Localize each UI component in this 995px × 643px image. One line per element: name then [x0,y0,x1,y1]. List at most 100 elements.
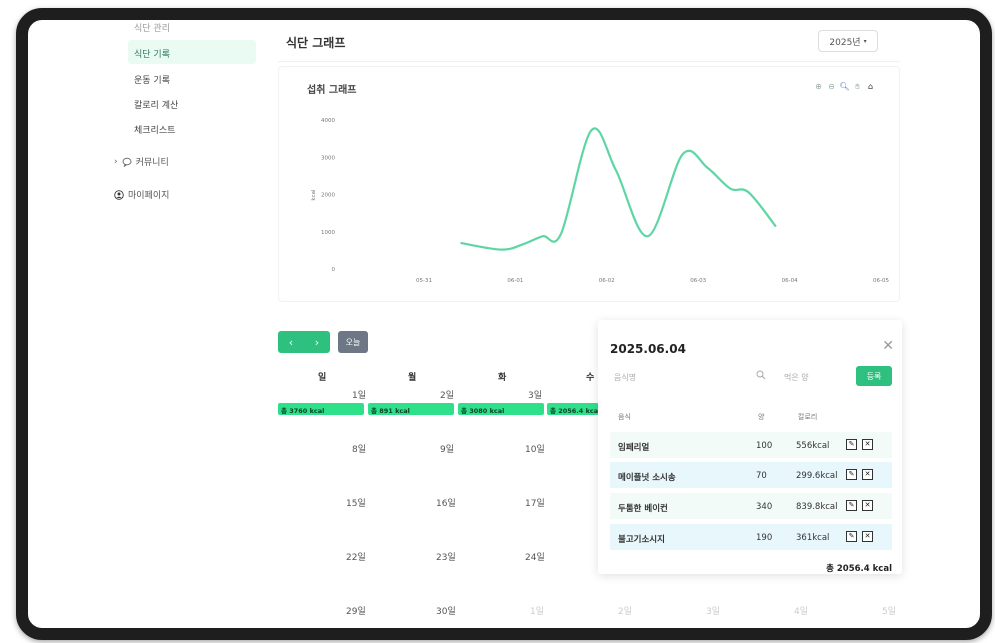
food-kcal: 299.6kcal [796,471,838,481]
register-button[interactable]: 등록 [856,366,892,386]
food-name: 메이플넛 소시송 [618,473,676,483]
calendar-day[interactable]: 29일 [346,604,366,617]
food-amount: 190 [756,533,773,543]
delete-icon[interactable]: ✕ [862,469,873,480]
delete-icon[interactable]: ✕ [862,439,873,450]
calendar-day[interactable]: 30일 [436,604,456,617]
sidebar-item-diet-management[interactable]: 식단 관리 [128,20,256,38]
delete-icon[interactable]: ✕ [862,531,873,542]
edit-icon[interactable]: ✎ [846,439,857,450]
sidebar-item-community[interactable]: › 커뮤니티 [114,155,169,169]
food-name-input[interactable]: 음식명 [608,368,778,386]
caret-down-icon: ▾ [863,37,867,45]
calendar-day[interactable]: 23일 [436,550,456,563]
daily-kcal-badge[interactable]: 총 2056.4 kcal [547,403,599,415]
next-month-button[interactable]: › [304,331,330,353]
calendar-day[interactable]: 4일 [794,604,808,617]
close-icon[interactable]: ✕ [882,338,894,354]
x-tick-label: 06-04 [782,278,798,284]
y-tick-label: 3000 [321,155,335,161]
sidebar-item-diet-record[interactable]: 식단 기록 [128,40,256,64]
amount-input[interactable]: 먹은 양 [784,368,844,386]
y-tick-label: 0 [332,267,336,273]
calendar-day[interactable]: 2일 [618,604,632,617]
x-tick-label: 06-02 [599,278,615,284]
x-tick-label: 05-31 [416,278,432,284]
calendar-day[interactable]: 22일 [346,550,366,563]
sidebar-item-checklist[interactable]: 체크리스트 [128,116,256,140]
search-icon[interactable] [756,370,766,383]
y-tick-label: 1000 [321,230,335,236]
calendar-day[interactable]: 3일 [528,388,542,401]
x-tick-label: 06-01 [507,278,523,284]
food-name: 임페리얼 [618,443,650,453]
x-tick-label: 06-05 [873,278,889,284]
daily-kcal-badge[interactable]: 총 3080 kcal [458,403,544,415]
sidebar-item-calorie-calc[interactable]: 칼로리 계산 [128,91,256,115]
food-kcal: 556kcal [796,441,830,451]
intake-chart-panel: 섭취 그래프 ⊕ ⊖ 🔍︎ ✋︎ ⌂ 0 1000 2000 3000 4000 kcal… [278,66,900,302]
chevron-right-icon: › [114,156,118,167]
weekday-sun: 일 [318,373,327,383]
sidebar-item-mypage[interactable]: 마이페이지 [114,188,169,201]
sidebar-item-label: 마이페이지 [128,191,170,201]
edit-icon[interactable]: ✎ [846,469,857,480]
food-amount: 70 [756,471,767,481]
calendar-day[interactable]: 9일 [440,442,454,455]
year-select-value: 2025년 [829,37,861,48]
y-axis-label: kcal [311,189,317,201]
sidebar-item-exercise-record[interactable]: 운동 기록 [128,66,256,90]
food-name: 불고기소시지 [618,535,665,545]
calendar-day[interactable]: 24일 [525,550,545,563]
table-row: 임페리얼 100 556kcal ✎ ✕ [610,432,892,458]
page-header: 식단 그래프 2025년 ▾ [278,20,900,62]
prev-month-button[interactable]: ‹ [278,331,304,353]
calendar-day[interactable]: 1일 [352,388,366,401]
calendar-day[interactable]: 1일 [530,604,544,617]
total-kcal: 총 2056.4 kcal [826,564,892,574]
col-header-food: 음식 [618,413,631,421]
year-select[interactable]: 2025년 ▾ [818,30,878,52]
day-detail-modal: 2025.06.04 ✕ 음식명 먹은 양 등록 음식 양 칼로리 임페리얼 1… [598,320,902,574]
table-row: 불고기소시지 190 361kcal ✎ ✕ [610,524,892,550]
modal-date-title: 2025.06.04 [610,342,686,356]
calendar-day[interactable]: 16일 [436,496,456,509]
chevron-right-icon: › [314,335,320,349]
calendar-day[interactable]: 5일 [882,604,896,617]
y-tick-label: 4000 [321,118,335,124]
calendar-nav: ‹ › 오늘 [278,331,368,353]
calendar-day[interactable]: 10일 [525,442,545,455]
chat-bubble-icon [122,157,132,167]
edit-icon[interactable]: ✎ [846,500,857,511]
food-kcal: 839.8kcal [796,502,838,512]
device-frame: 식단 관리 식단 기록 운동 기록 칼로리 계산 체크리스트 › 커뮤니티 마이… [16,8,992,640]
user-circle-icon [114,189,124,200]
food-name: 두툼한 베이컨 [618,504,668,514]
app-screen: 식단 관리 식단 기록 운동 기록 칼로리 계산 체크리스트 › 커뮤니티 마이… [28,20,980,628]
y-tick-label: 2000 [321,193,335,199]
calendar-day[interactable]: 3일 [706,604,720,617]
delete-icon[interactable]: ✕ [862,500,873,511]
chevron-left-icon: ‹ [288,335,294,349]
series-line [460,127,777,251]
food-amount: 340 [756,502,773,512]
daily-kcal-badge[interactable]: 총 3760 kcal [278,403,364,415]
weekday-mon: 월 [408,373,417,383]
calendar-day[interactable]: 8일 [352,442,366,455]
calendar-day[interactable]: 15일 [346,496,366,509]
page-title: 식단 그래프 [286,36,346,50]
table-row: 두툼한 베이컨 340 839.8kcal ✎ ✕ [610,493,892,519]
sidebar: 식단 관리 식단 기록 운동 기록 칼로리 계산 체크리스트 › 커뮤니티 마이… [28,20,273,628]
calendar-day[interactable]: 2일 [440,388,454,401]
table-row: 메이플넛 소시송 70 299.6kcal ✎ ✕ [610,462,892,488]
calendar-day[interactable]: 17일 [525,496,545,509]
weekday-wed: 수 [586,373,595,383]
intake-line-chart: 0 1000 2000 3000 4000 kcal 05-31 06-01 06-02 06-0… [311,118,889,284]
food-amount: 100 [756,441,773,451]
today-button[interactable]: 오늘 [338,331,368,353]
food-kcal: 361kcal [796,533,830,543]
daily-kcal-badge[interactable]: 총 891 kcal [368,403,454,415]
sidebar-item-label: 커뮤니티 [135,158,169,168]
edit-icon[interactable]: ✎ [846,531,857,542]
col-header-kcal: 칼로리 [798,413,818,421]
